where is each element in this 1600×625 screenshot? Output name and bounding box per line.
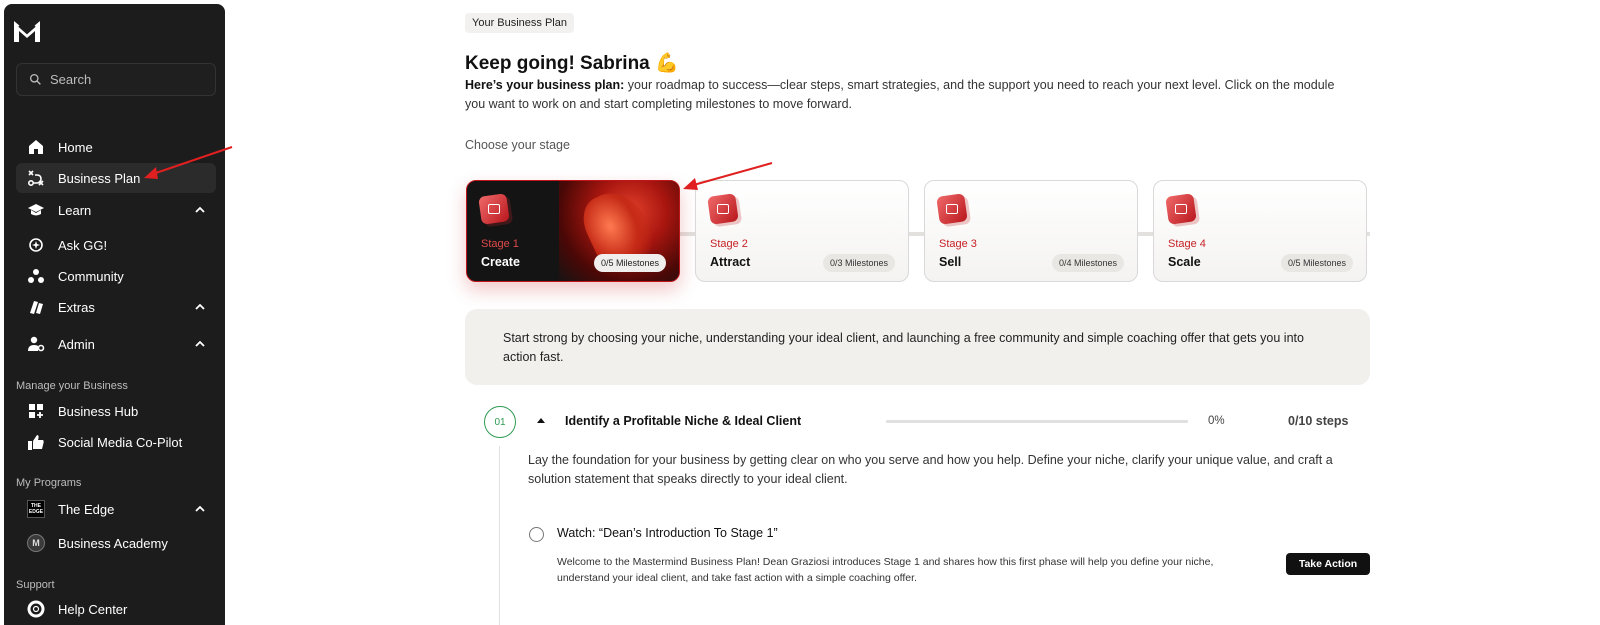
sparkle-head-icon [29, 238, 43, 252]
collapse-caret-icon[interactable] [537, 418, 545, 423]
stage-scale-icon [1165, 193, 1197, 225]
milestones-badge: 0/3 Milestones [822, 254, 895, 272]
take-action-button[interactable]: Take Action [1286, 553, 1370, 575]
chevron-up-icon[interactable] [194, 204, 206, 216]
cards-icon [30, 301, 43, 314]
graduation-cap-icon [28, 204, 44, 216]
stage-label: Stage 2 [710, 238, 748, 250]
sidebar-item-label: Admin [58, 336, 95, 352]
stage-sell-icon [936, 193, 968, 225]
sidebar-item-business-plan[interactable]: Business Plan [16, 163, 216, 193]
section-label-manage: Manage your Business [16, 380, 128, 392]
sidebar-item-label: Business Plan [58, 170, 141, 186]
mastermind-logo-icon[interactable] [12, 18, 42, 44]
module-progress-bar [886, 420, 1188, 423]
sidebar-item-label: Social Media Co-Pilot [58, 434, 183, 450]
section-label-support: Support [16, 579, 55, 591]
thumbs-up-icon [28, 435, 44, 450]
search-input[interactable]: Search [16, 63, 216, 96]
stage-card-3[interactable]: Stage 3 Sell 0/4 Milestones [924, 180, 1138, 282]
stage-card-2[interactable]: Stage 2 Attract 0/3 Milestones [695, 180, 909, 282]
sidebar-item-label: Business Academy [58, 535, 168, 551]
sidebar-item-label: Community [58, 268, 124, 284]
stage-name: Scale [1168, 255, 1201, 269]
academy-logo-icon: M [27, 534, 45, 552]
home-icon [29, 140, 43, 154]
stage-description: Start strong by choosing your niche, und… [465, 309, 1370, 385]
intro-text: Here’s your business plan: your roadmap … [465, 76, 1355, 114]
sidebar-item-label: Ask GG! [58, 237, 108, 253]
sidebar-item-help-center[interactable]: Help Center [16, 594, 216, 624]
milestones-badge: 0/5 Milestones [593, 254, 666, 272]
milestones-badge: 0/4 Milestones [1051, 254, 1124, 272]
choose-stage-label: Choose your stage [465, 138, 570, 152]
page-title: Keep going! Sabrina 💪 [465, 53, 679, 74]
step-description: Welcome to the Mastermind Business Plan!… [557, 556, 1214, 584]
sidebar-item-extras[interactable]: Extras [16, 292, 216, 322]
sidebar-item-learn[interactable]: Learn [16, 195, 216, 225]
sidebar-item-label: Extras [58, 299, 95, 315]
stage-card-1[interactable]: Stage 1 Create 0/5 Milestones [466, 180, 680, 282]
community-icon [28, 269, 44, 283]
module-title[interactable]: Identify a Profitable Niche & Ideal Clie… [565, 414, 801, 428]
search-icon [29, 73, 41, 85]
route-icon [27, 170, 44, 187]
stage-create-icon [478, 193, 510, 225]
section-label-programs: My Programs [16, 477, 82, 489]
module-percent: 0% [1208, 415, 1225, 427]
breadcrumb: Your Business Plan [465, 13, 574, 33]
sidebar-item-label: Business Hub [58, 403, 139, 419]
stage-name: Create [481, 255, 520, 269]
search-placeholder: Search [50, 72, 92, 87]
sidebar-item-label: The Edge [58, 501, 115, 517]
stage-label: Stage 3 [939, 238, 977, 250]
chevron-up-icon[interactable] [194, 338, 206, 350]
sidebar-item-label: Learn [58, 202, 92, 218]
sidebar-item-community[interactable]: Community [16, 261, 216, 291]
sidebar-item-admin[interactable]: Admin [16, 329, 216, 359]
chevron-up-icon[interactable] [194, 301, 206, 313]
sidebar-item-label: Help Center [58, 601, 128, 617]
sidebar-item-business-hub[interactable]: Business Hub [16, 396, 216, 426]
sidebar-item-the-edge[interactable]: THE EDGE The Edge [16, 494, 216, 524]
sidebar-item-business-academy[interactable]: M Business Academy [16, 528, 216, 558]
milestones-badge: 0/5 Milestones [1280, 254, 1353, 272]
intro-bold: Here’s your business plan: [465, 78, 625, 92]
grid-icon [29, 404, 43, 418]
sidebar: Search Home Business Plan Learn Ask GG! … [4, 4, 225, 625]
lifebuoy-icon [27, 600, 45, 618]
stage-name: Attract [710, 255, 751, 269]
module-number: 01 [484, 406, 516, 438]
stage-attract-icon [707, 193, 739, 225]
sidebar-item-home[interactable]: Home [16, 132, 216, 162]
stage-name: Sell [939, 255, 962, 269]
step-checkbox[interactable] [529, 527, 544, 542]
stage-label: Stage 1 [481, 238, 519, 250]
sidebar-item-social-copilot[interactable]: Social Media Co-Pilot [16, 427, 216, 457]
stage-card-4[interactable]: Stage 4 Scale 0/5 Milestones [1153, 180, 1367, 282]
sidebar-item-label: Home [58, 139, 93, 155]
chevron-up-icon[interactable] [194, 503, 206, 515]
module-timeline-line [499, 446, 500, 625]
user-gear-icon [28, 336, 45, 352]
step-title: Watch: “Dean’s Introduction To Stage 1” [557, 526, 778, 540]
the-edge-logo-icon: THE EDGE [27, 500, 45, 518]
module-steps-count: 0/10 steps [1288, 414, 1349, 428]
module-description: Lay the foundation for your business by … [528, 453, 1333, 486]
sidebar-item-ask-gg[interactable]: Ask GG! [16, 230, 216, 260]
stage-label: Stage 4 [1168, 238, 1206, 250]
